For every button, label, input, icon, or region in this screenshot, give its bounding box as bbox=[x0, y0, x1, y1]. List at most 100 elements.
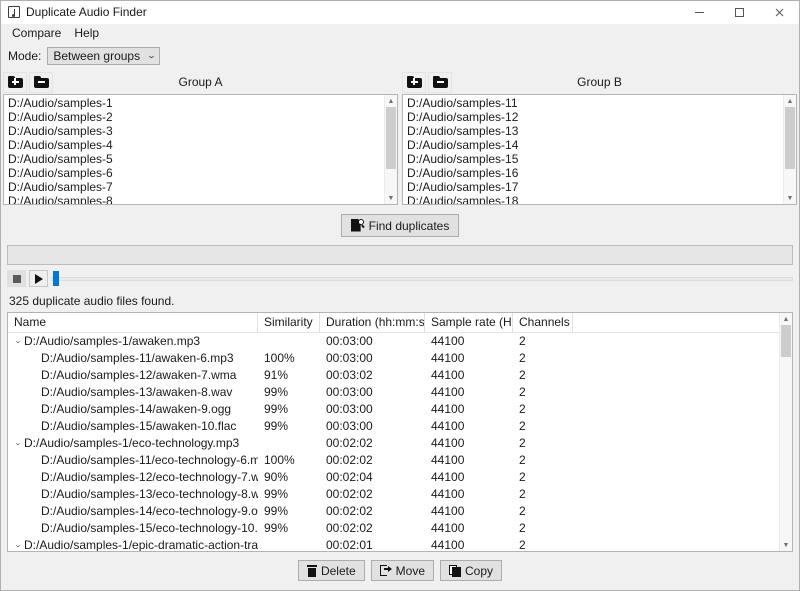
column-header-channels[interactable]: Channels bbox=[513, 313, 573, 332]
column-header-name[interactable]: Name bbox=[8, 313, 258, 332]
list-item[interactable]: D:/Audio/samples-5 bbox=[6, 152, 397, 166]
table-row[interactable]: D:/Audio/samples-11/eco-technology-6.mp3… bbox=[8, 452, 792, 469]
row-name-text: D:/Audio/samples-15/eco-technology-10.fl… bbox=[41, 520, 258, 537]
table-row[interactable]: ⌄D:/Audio/samples-1/awaken.mp300:03:0044… bbox=[8, 333, 792, 350]
expand-collapse-icon[interactable]: ⌄ bbox=[10, 440, 27, 447]
list-item[interactable]: D:/Audio/samples-13 bbox=[405, 124, 796, 138]
group-a-scrollbar[interactable]: ▲ ▼ bbox=[384, 95, 397, 204]
row-channels: 2 bbox=[513, 435, 573, 452]
menu-item-compare[interactable]: Compare bbox=[8, 25, 68, 43]
status-text: 325 duplicate audio files found. bbox=[1, 289, 799, 312]
title-bar-left: Duplicate Audio Finder bbox=[1, 5, 679, 19]
table-row[interactable]: D:/Audio/samples-14/awaken-9.ogg99%00:03… bbox=[8, 401, 792, 418]
music-note-icon bbox=[8, 6, 20, 18]
list-item[interactable]: D:/Audio/samples-16 bbox=[405, 166, 796, 180]
row-channels: 2 bbox=[513, 367, 573, 384]
copy-icon bbox=[449, 565, 461, 577]
row-duration: 00:03:00 bbox=[320, 350, 425, 367]
scroll-up-icon[interactable]: ▲ bbox=[784, 95, 796, 107]
table-row[interactable]: D:/Audio/samples-13/awaken-8.wav99%00:03… bbox=[8, 384, 792, 401]
list-item[interactable]: D:/Audio/samples-1 bbox=[6, 96, 397, 110]
group-b-scrollbar[interactable]: ▲ ▼ bbox=[783, 95, 796, 204]
scrollbar-thumb[interactable] bbox=[386, 107, 396, 169]
row-name-child: D:/Audio/samples-11/awaken-6.mp3 bbox=[8, 350, 258, 367]
list-item[interactable]: D:/Audio/samples-17 bbox=[405, 180, 796, 194]
list-item[interactable]: D:/Audio/samples-2 bbox=[6, 110, 397, 124]
list-item[interactable]: D:/Audio/samples-8 bbox=[6, 194, 397, 205]
list-item[interactable]: D:/Audio/samples-14 bbox=[405, 138, 796, 152]
table-row[interactable]: D:/Audio/samples-14/eco-technology-9.ogg… bbox=[8, 503, 792, 520]
table-row[interactable]: D:/Audio/samples-12/awaken-7.wma91%00:03… bbox=[8, 367, 792, 384]
group-b-add-folder-button[interactable] bbox=[402, 72, 426, 93]
play-icon bbox=[35, 274, 43, 284]
scroll-down-icon[interactable]: ▼ bbox=[784, 192, 796, 204]
close-button[interactable] bbox=[759, 1, 799, 23]
trash-icon bbox=[307, 565, 317, 577]
row-sample-rate: 44100 bbox=[425, 537, 513, 552]
row-channels: 2 bbox=[513, 384, 573, 401]
group-b-remove-folder-button[interactable] bbox=[428, 72, 452, 93]
list-item[interactable]: D:/Audio/samples-7 bbox=[6, 180, 397, 194]
results-scrollbar[interactable]: ▲ ▼ bbox=[779, 313, 792, 551]
list-item[interactable]: D:/Audio/samples-11 bbox=[405, 96, 796, 110]
row-name-child: D:/Audio/samples-13/eco-technology-8.wav bbox=[8, 486, 258, 503]
row-name-text: D:/Audio/samples-14/awaken-9.ogg bbox=[41, 401, 231, 418]
column-header-sample-rate[interactable]: Sample rate (Hz) bbox=[425, 313, 513, 332]
expand-collapse-icon[interactable]: ⌄ bbox=[10, 338, 27, 345]
group-b-list[interactable]: D:/Audio/samples-11 D:/Audio/samples-12 … bbox=[402, 94, 797, 205]
row-name-text: D:/Audio/samples-13/awaken-8.wav bbox=[41, 384, 232, 401]
copy-button[interactable]: Copy bbox=[440, 560, 502, 581]
mode-select[interactable]: Between groups ⌄ bbox=[47, 47, 159, 65]
group-a-add-folder-button[interactable] bbox=[3, 72, 27, 93]
delete-button[interactable]: Delete bbox=[298, 560, 365, 581]
scroll-up-icon[interactable]: ▲ bbox=[385, 95, 397, 107]
row-duration: 00:03:00 bbox=[320, 333, 425, 350]
scroll-up-icon[interactable]: ▲ bbox=[780, 313, 792, 325]
row-similarity: 99% bbox=[258, 486, 320, 503]
list-item[interactable]: D:/Audio/samples-4 bbox=[6, 138, 397, 152]
table-row[interactable]: ⌄D:/Audio/samples-1/eco-technology.mp300… bbox=[8, 435, 792, 452]
menu-bar: Compare Help bbox=[1, 24, 799, 43]
table-row[interactable]: D:/Audio/samples-15/eco-technology-10.fl… bbox=[8, 520, 792, 537]
column-header-similarity[interactable]: Similarity bbox=[258, 313, 320, 332]
seek-handle[interactable] bbox=[53, 271, 59, 286]
expand-collapse-icon[interactable]: ⌄ bbox=[10, 542, 27, 549]
group-a-list[interactable]: D:/Audio/samples-1 D:/Audio/samples-2 D:… bbox=[3, 94, 398, 205]
row-name-child: D:/Audio/samples-12/eco-technology-7.wma bbox=[8, 469, 258, 486]
table-row[interactable]: D:/Audio/samples-15/awaken-10.flac99%00:… bbox=[8, 418, 792, 435]
row-duration: 00:03:00 bbox=[320, 418, 425, 435]
seek-slider[interactable] bbox=[51, 270, 793, 287]
row-channels: 2 bbox=[513, 350, 573, 367]
row-duration: 00:02:04 bbox=[320, 469, 425, 486]
stop-button[interactable] bbox=[7, 270, 26, 287]
scroll-down-icon[interactable]: ▼ bbox=[780, 539, 792, 551]
title-bar: Duplicate Audio Finder bbox=[1, 1, 799, 24]
list-item[interactable]: D:/Audio/samples-18 bbox=[405, 194, 796, 205]
list-item[interactable]: D:/Audio/samples-15 bbox=[405, 152, 796, 166]
table-row[interactable]: D:/Audio/samples-11/awaken-6.mp3100%00:0… bbox=[8, 350, 792, 367]
list-item[interactable]: D:/Audio/samples-3 bbox=[6, 124, 397, 138]
minimize-button[interactable] bbox=[679, 1, 719, 23]
row-duration: 00:02:01 bbox=[320, 537, 425, 552]
row-name-text: D:/Audio/samples-1/awaken.mp3 bbox=[24, 333, 200, 350]
scroll-down-icon[interactable]: ▼ bbox=[385, 192, 397, 204]
move-button[interactable]: Move bbox=[371, 560, 434, 581]
table-row[interactable]: ⌄D:/Audio/samples-1/epic-dramatic-action… bbox=[8, 537, 792, 552]
maximize-icon bbox=[734, 7, 745, 18]
row-similarity: 100% bbox=[258, 452, 320, 469]
menu-item-help[interactable]: Help bbox=[70, 25, 106, 43]
group-a-remove-folder-button[interactable] bbox=[29, 72, 53, 93]
scrollbar-thumb[interactable] bbox=[785, 107, 795, 169]
row-name-child: D:/Audio/samples-15/awaken-10.flac bbox=[8, 418, 258, 435]
play-button[interactable] bbox=[29, 270, 48, 287]
scrollbar-thumb[interactable] bbox=[781, 325, 791, 357]
row-similarity: 99% bbox=[258, 418, 320, 435]
find-duplicates-button[interactable]: Find duplicates bbox=[341, 214, 460, 237]
list-item[interactable]: D:/Audio/samples-6 bbox=[6, 166, 397, 180]
list-item[interactable]: D:/Audio/samples-12 bbox=[405, 110, 796, 124]
table-row[interactable]: D:/Audio/samples-12/eco-technology-7.wma… bbox=[8, 469, 792, 486]
maximize-button[interactable] bbox=[719, 1, 759, 23]
player-controls bbox=[1, 265, 799, 289]
table-row[interactable]: D:/Audio/samples-13/eco-technology-8.wav… bbox=[8, 486, 792, 503]
column-header-duration[interactable]: Duration (hh:mm:ss) bbox=[320, 313, 425, 332]
